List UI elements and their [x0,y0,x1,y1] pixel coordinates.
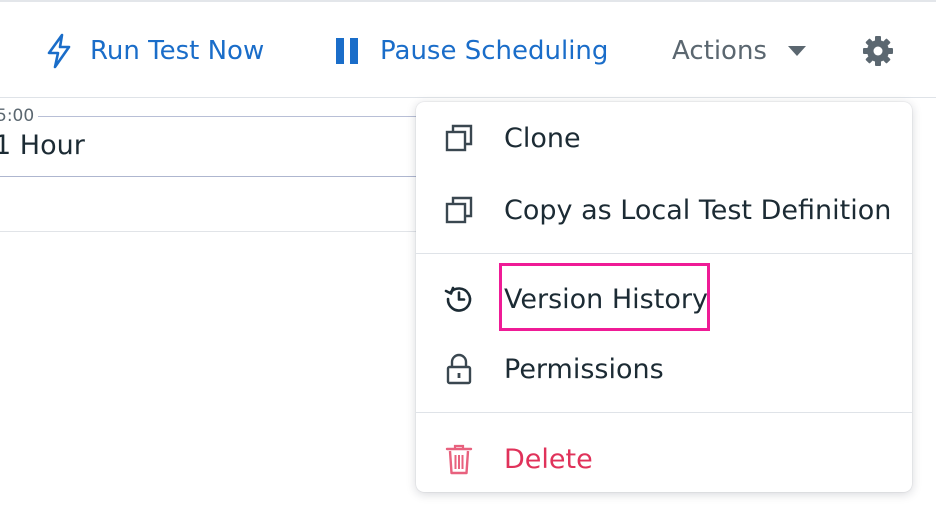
timeline-time-label: 5:00 [0,106,35,126]
run-test-now-label: Run Test Now [90,36,265,66]
actions-menu: Clone Copy as Local Test Definition Vers… [416,102,912,492]
clone-icon [442,121,476,155]
lightning-icon [42,33,76,69]
menu-item-clone[interactable]: Clone [416,108,912,168]
copy-icon [442,193,476,227]
gear-icon [861,34,895,68]
trash-icon [442,442,476,476]
menu-divider [416,412,912,413]
page: Run Test Now Pause Scheduling Actions 5:… [0,0,936,520]
menu-item-label: Clone [504,122,581,154]
chevron-down-icon [787,45,807,57]
actions-label: Actions [672,36,767,66]
timeline-line [38,115,416,117]
lock-icon [442,352,476,386]
run-test-now-button[interactable]: Run Test Now [42,26,264,76]
menu-item-label: Version History [504,283,708,315]
section-divider [0,231,416,232]
test-toolbar: Run Test Now Pause Scheduling Actions [0,0,936,98]
menu-divider [416,253,912,254]
pause-scheduling-label: Pause Scheduling [380,36,609,66]
menu-item-version-history[interactable]: Version History [416,269,912,329]
actions-dropdown-button[interactable]: Actions [672,26,807,76]
interval-underline [0,176,416,177]
interval-value: 1 Hour [0,130,85,161]
menu-item-copy-local[interactable]: Copy as Local Test Definition [416,180,912,240]
menu-item-permissions[interactable]: Permissions [416,339,912,399]
menu-item-label: Copy as Local Test Definition [504,194,892,226]
history-icon [442,282,476,316]
menu-item-delete[interactable]: Delete [416,429,912,489]
menu-item-label: Delete [504,443,593,475]
settings-button[interactable] [861,26,895,76]
menu-item-label: Permissions [504,353,664,385]
pause-scheduling-button[interactable]: Pause Scheduling [332,26,608,76]
timeline-tick: 5:00 [0,104,416,128]
pause-icon [332,36,362,66]
